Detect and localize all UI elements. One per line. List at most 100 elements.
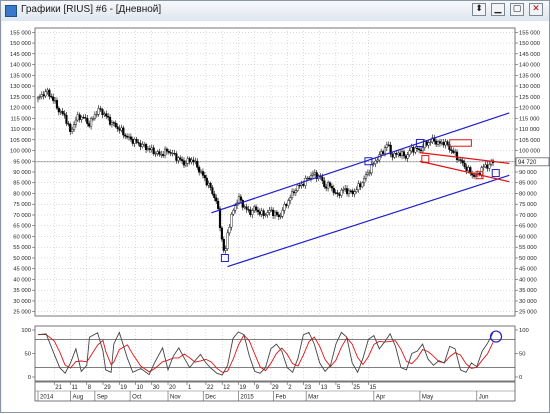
candle-body — [309, 175, 313, 179]
candle-body — [165, 148, 169, 152]
last-price-label: 94 720 — [518, 160, 537, 166]
candle-body — [381, 151, 385, 154]
candle-body — [332, 187, 335, 193]
y-tick-label-left: 55 000 — [13, 245, 31, 251]
candle-body — [412, 146, 415, 153]
candle-body — [251, 210, 254, 215]
candle-body — [230, 214, 233, 228]
candle-body — [91, 118, 95, 120]
candle-body — [217, 201, 220, 209]
y-tick-label-left: 35 000 — [13, 288, 31, 294]
price-chart[interactable]: 25 000 25 000 30 000 30 000 35 000 35 000 40 0… — [1, 1, 550, 414]
candle-body — [218, 208, 222, 229]
candle-body — [330, 185, 333, 189]
candle-body — [46, 89, 49, 93]
candle-body — [76, 114, 79, 121]
candle-body — [338, 193, 341, 196]
candle-body — [294, 190, 297, 194]
candle-body — [177, 157, 180, 161]
candle-body — [53, 100, 57, 102]
candle-body — [152, 147, 155, 154]
candle-body — [143, 144, 146, 146]
candle-body — [118, 128, 121, 131]
y-tick-label-right: 65 000 — [519, 224, 537, 230]
candle-body — [364, 174, 368, 179]
y-tick-label-left: 60 000 — [13, 234, 31, 240]
candle-body — [308, 177, 311, 180]
candle-body — [472, 174, 476, 177]
y-tick-label-right: 145 000 — [519, 52, 540, 58]
osc-y-tick-label-left: 50 — [25, 352, 31, 358]
chart-window: Графики [RIUS] #6 - [Дневной] ⬍ ▁ ▢ ✕ 25… — [0, 0, 550, 413]
y-tick-label-left: 100 000 — [10, 149, 31, 155]
candle-body — [196, 160, 199, 168]
candle-body — [361, 182, 364, 188]
candle-body — [289, 197, 292, 201]
candle-body — [163, 148, 167, 156]
candle-body — [184, 163, 187, 166]
y-tick-label-right: 40 000 — [519, 277, 537, 283]
candle-body — [357, 183, 360, 190]
y-tick-label-right: 140 000 — [519, 63, 540, 69]
candle-body — [110, 122, 114, 125]
candle-body — [99, 108, 102, 110]
y-tick-label-left: 90 000 — [13, 170, 31, 176]
y-tick-label-right: 105 000 — [519, 138, 540, 144]
y-tick-label-right: 70 000 — [519, 213, 537, 219]
candle-body — [67, 123, 70, 125]
candle-body — [486, 164, 489, 169]
day-tick-label: 12 — [223, 385, 230, 391]
y-tick-label-left: 95 000 — [13, 159, 31, 165]
candle-body — [126, 136, 129, 138]
day-tick-label: 13 — [321, 385, 328, 391]
candle-body — [239, 196, 242, 201]
y-tick-label-right: 25 000 — [519, 310, 537, 316]
candle-body — [368, 172, 371, 174]
candle-body — [406, 154, 409, 159]
candle-body — [359, 183, 362, 188]
candle-body — [167, 150, 170, 153]
candle-body — [277, 214, 280, 217]
candle-body — [454, 151, 457, 153]
candle-body — [421, 147, 424, 152]
candle-body — [205, 177, 208, 186]
candle-body — [207, 182, 210, 186]
day-tick-label: 10 — [137, 385, 144, 391]
candle-body — [326, 182, 330, 189]
candle-body — [63, 113, 66, 116]
candle-body — [65, 115, 68, 124]
candle-body — [182, 160, 186, 166]
month-label: Dec — [205, 395, 216, 401]
candle-body — [355, 189, 358, 192]
candle-body — [482, 166, 485, 168]
y-tick-label-left: 25 000 — [13, 310, 31, 316]
candle-body — [363, 178, 366, 184]
y-tick-label-right: 155 000 — [519, 30, 540, 36]
candle-body — [404, 155, 407, 159]
candle-body — [137, 142, 140, 144]
candle-body — [387, 144, 390, 146]
candle-body — [86, 118, 89, 124]
candle-body — [146, 148, 150, 151]
candle-body — [393, 153, 396, 158]
candle-body — [61, 110, 64, 114]
y-tick-label-right: 135 000 — [519, 73, 540, 79]
candle-body — [402, 151, 406, 157]
y-tick-label-left: 155 000 — [10, 30, 31, 36]
day-tick-label: 29 — [104, 385, 111, 391]
osc-y-tick-label-right: 0 — [519, 375, 522, 381]
y-tick-label-right: 150 000 — [519, 41, 540, 47]
candle-body — [180, 159, 184, 161]
candle-body — [108, 117, 112, 125]
candle-body — [133, 138, 136, 144]
candle-body — [353, 191, 356, 195]
candle-body — [374, 160, 377, 164]
candle-body — [232, 210, 235, 215]
candle-body — [463, 162, 466, 168]
candle-body — [72, 124, 76, 130]
candle-body — [436, 141, 440, 145]
month-label: Oct — [132, 395, 142, 401]
candle-body — [95, 114, 98, 116]
day-tick-label: 22 — [207, 385, 214, 391]
candle-body — [179, 157, 182, 160]
